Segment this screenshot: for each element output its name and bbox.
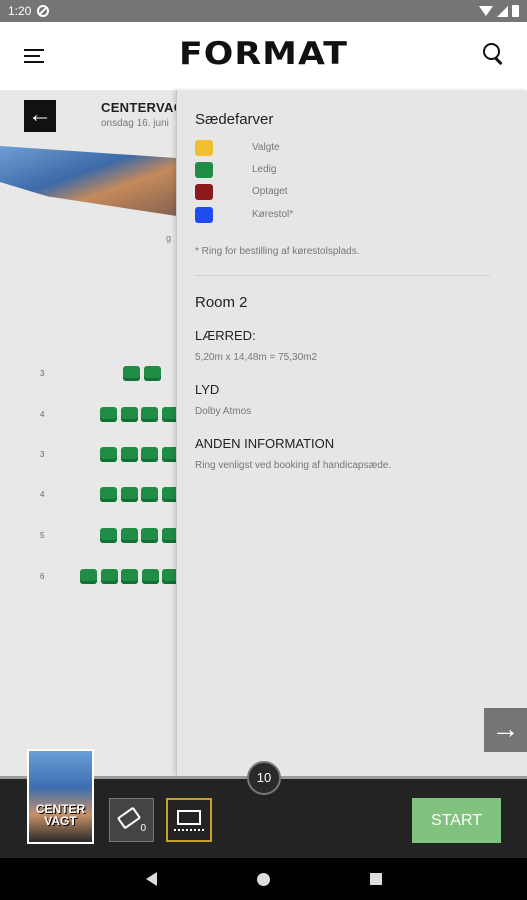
row-number: 5: [40, 531, 45, 540]
seat[interactable]: [123, 366, 140, 381]
signal-icon: [497, 5, 508, 17]
seat[interactable]: [100, 487, 117, 502]
showing-date: onsdag 16. juni: [101, 118, 169, 129]
wifi-icon: [479, 6, 493, 16]
seat-row: 3: [0, 447, 190, 467]
seat[interactable]: [120, 528, 138, 543]
seat[interactable]: [120, 447, 138, 462]
seat[interactable]: [141, 487, 158, 502]
legend-title: Sædefarver: [195, 111, 274, 128]
seat[interactable]: [120, 407, 138, 422]
seat-map-button[interactable]: [166, 798, 212, 842]
start-button[interactable]: START: [412, 798, 501, 843]
seat[interactable]: [141, 569, 159, 584]
seat-row: 4: [0, 487, 190, 507]
room-title: Room 2: [195, 294, 248, 311]
sound-value: Dolby Atmos: [195, 406, 252, 417]
battery-icon: [512, 5, 519, 17]
status-time: 1:20: [8, 4, 32, 18]
seat[interactable]: [100, 528, 117, 543]
nav-recents-icon[interactable]: [370, 873, 382, 885]
seat-counter-badge: 10: [247, 761, 281, 795]
seat[interactable]: [120, 487, 138, 502]
legend-item-selected: Valgte: [195, 140, 395, 158]
back-button[interactable]: ←: [24, 100, 56, 132]
status-bar: 1:20: [0, 0, 527, 22]
seat[interactable]: [141, 407, 158, 422]
divider: [195, 275, 490, 276]
seat[interactable]: [100, 569, 118, 584]
cinema-name: CENTERVAG: [101, 100, 185, 115]
nav-back-icon[interactable]: [146, 872, 157, 886]
seat-swatch-icon: [195, 140, 213, 156]
do-not-disturb-icon: [37, 5, 50, 17]
seat[interactable]: [141, 528, 158, 543]
ticket-count: 0: [140, 823, 146, 834]
other-info-value: Ring venligst ved booking af handicapsæd…: [195, 460, 392, 471]
seat-row: 4: [0, 407, 190, 427]
row-number: 4: [40, 410, 45, 419]
row-number: 3: [40, 369, 45, 378]
legend-item-wheelchair: Kørestol*: [195, 207, 395, 225]
row-number: 3: [40, 450, 45, 459]
tickets-button[interactable]: 0: [109, 798, 154, 842]
poster-title: CENTER VAGT: [35, 802, 86, 828]
seat[interactable]: [143, 366, 161, 381]
seat-row: 5: [0, 528, 190, 548]
next-arrow-button[interactable]: →: [484, 708, 527, 752]
seat-swatch-icon: [195, 207, 213, 223]
sound-heading: LYD: [195, 382, 220, 397]
nav-home-icon[interactable]: [257, 873, 270, 886]
app-bar: FORMAT: [0, 22, 527, 90]
seat-swatch-icon: [195, 162, 213, 178]
info-panel: Sædefarver Valgte Ledig Optaget Kørestol…: [176, 90, 527, 776]
screen-label: g: [166, 233, 172, 243]
seat-row: 6: [0, 569, 190, 589]
seat-swatch-icon: [195, 184, 213, 200]
app-logo: FORMAT: [178, 36, 349, 72]
ticket-icon: [116, 806, 142, 830]
other-info-heading: ANDEN INFORMATION: [195, 436, 335, 451]
seat[interactable]: [100, 407, 117, 422]
screen-image: [0, 146, 190, 218]
search-icon[interactable]: [483, 43, 505, 65]
seat[interactable]: [121, 569, 138, 584]
seat[interactable]: [141, 447, 158, 462]
seat[interactable]: [80, 569, 97, 584]
wheelchair-note: * Ring for bestilling af kørestolsplads.: [195, 246, 360, 257]
seat[interactable]: [100, 447, 117, 462]
screen-size-heading: LÆRRED:: [195, 328, 256, 343]
legend-item-taken: Optaget: [195, 184, 395, 202]
seat-row: 3: [0, 366, 190, 386]
legend-item-free: Ledig: [195, 162, 395, 180]
bottom-bar: CENTER VAGT 10 0 START: [0, 749, 527, 858]
screen-icon: [174, 810, 204, 831]
row-number: 4: [40, 490, 45, 499]
movie-poster[interactable]: CENTER VAGT: [27, 749, 94, 844]
row-number: 6: [40, 572, 45, 581]
screen-size-value: 5,20m x 14,48m = 75,30m2: [195, 352, 318, 363]
system-nav-bar: [0, 858, 527, 900]
